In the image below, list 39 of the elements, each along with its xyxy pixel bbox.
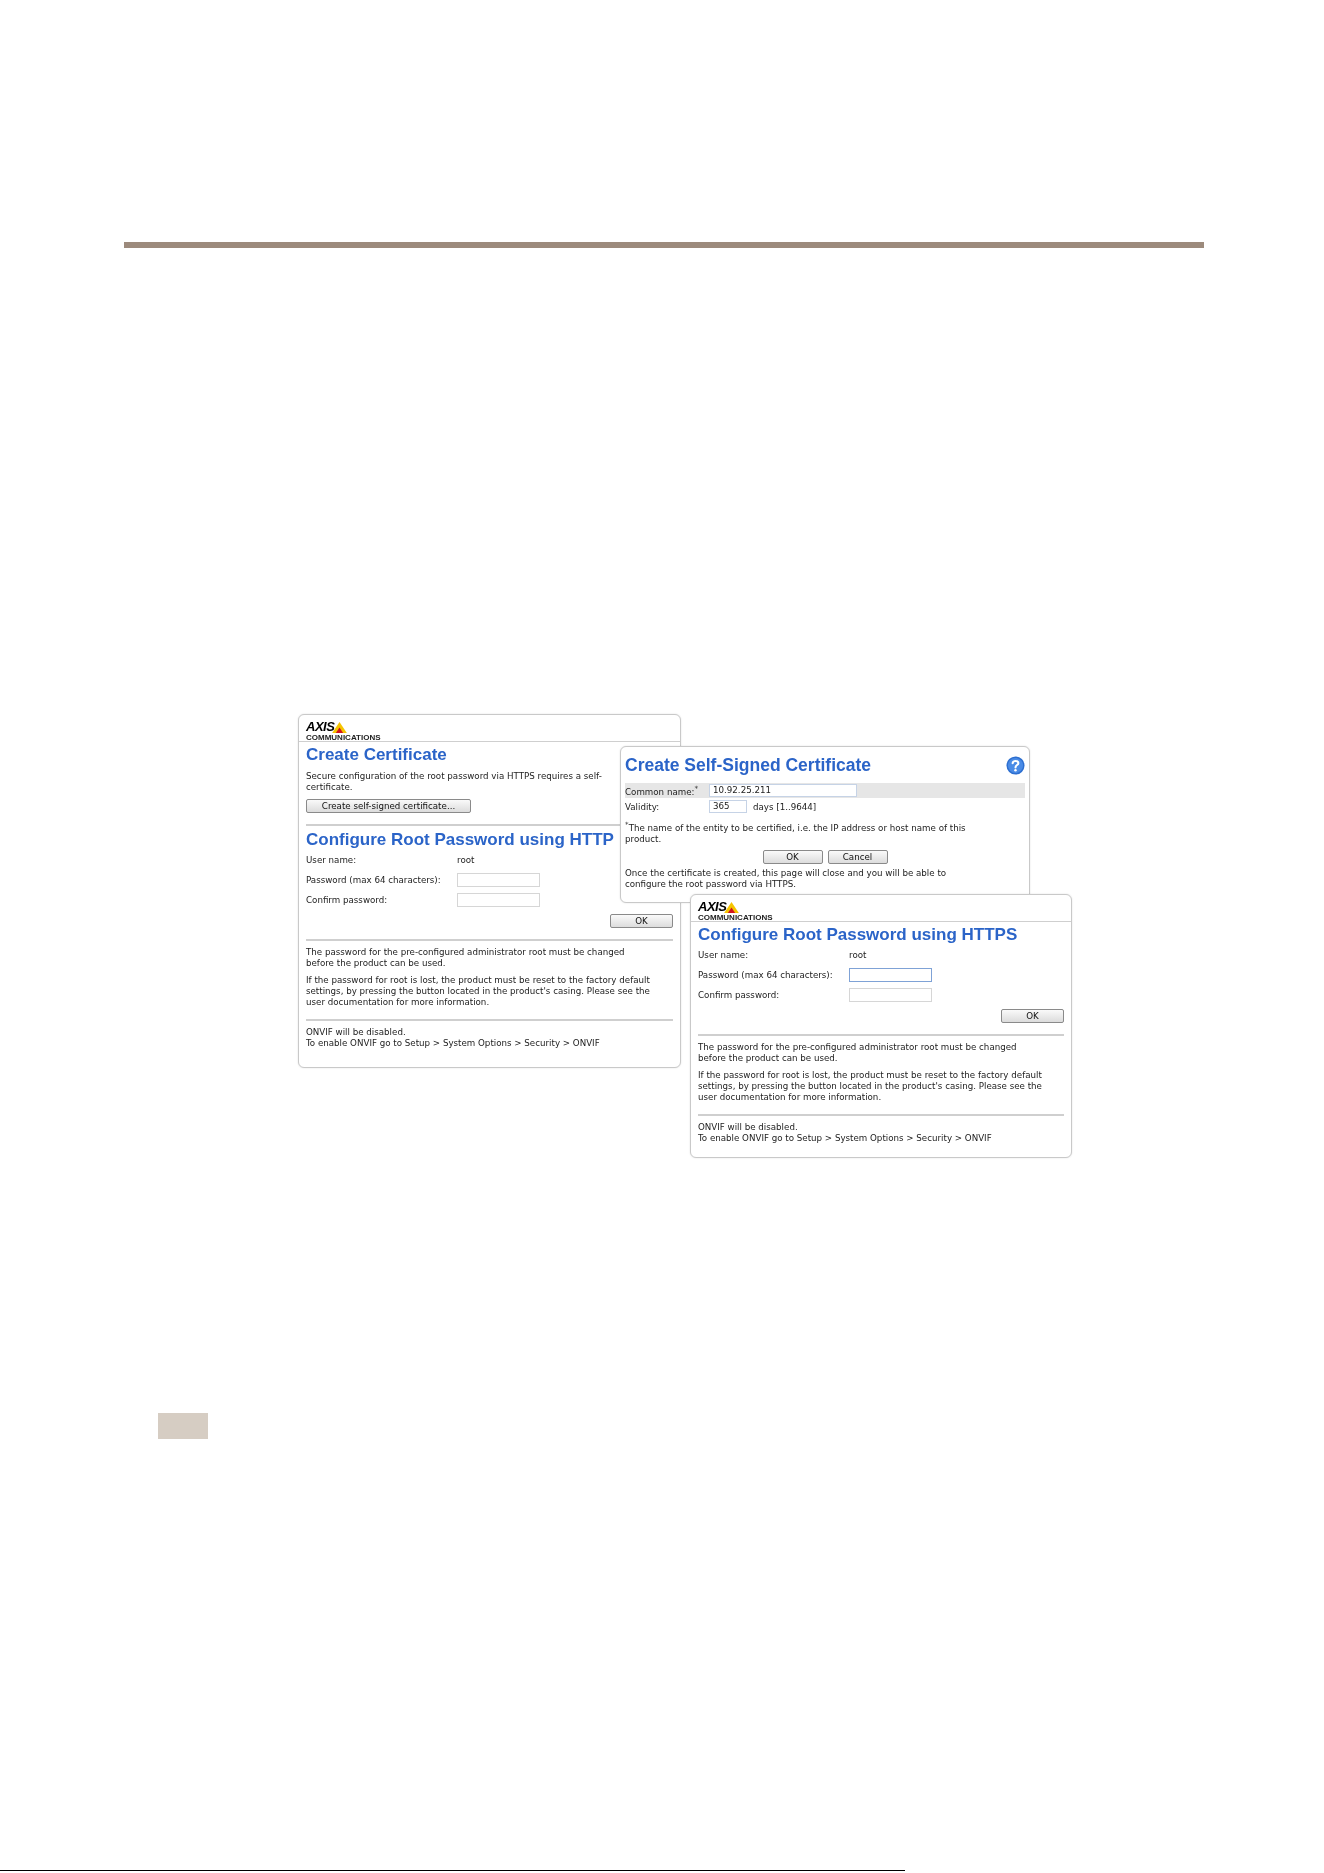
info-text: Once the certificate is created, this page will close and you will be able to configure the root password via HTTPS. [625, 867, 947, 890]
help-icon[interactable] [1006, 755, 1025, 775]
dialog-button[interactable]: Cancel [827, 849, 888, 864]
field-label: Common name:$^{*}$ [625, 784, 700, 797]
field-label: User name: [698, 950, 750, 960]
password-field[interactable] [849, 988, 932, 1002]
note-text: The password for the pre-configured administrator root must be changed before the product can be used. [698, 1042, 1017, 1064]
password-field[interactable] [457, 873, 540, 887]
onvif-note: ONVIF will be disabled. To enable ONVIF go to Setup > System Options > Security > ONVIF [698, 1122, 992, 1144]
dialog-button[interactable]: OK [762, 849, 823, 864]
field-label: Confirm password: [698, 990, 781, 1000]
create-certificate-button[interactable]: Create self-signed certificate... [306, 799, 471, 813]
field-label: Validity: [625, 801, 661, 812]
range-hint: days [1..9644] [753, 801, 817, 812]
field-label: Password (max 64 characters): [698, 970, 834, 980]
ok-button[interactable]: OK [610, 914, 673, 928]
field-label: Password (max 64 characters): [306, 875, 442, 885]
field-label: Confirm password: [306, 895, 389, 905]
password-field[interactable] [849, 968, 932, 982]
section-marker [158, 1413, 208, 1439]
section-title: Configure Root Password using HTTP [306, 830, 614, 850]
note-text: If the password for root is lost, the product must be reset to the factory default settings, by pressing the button located in the product's casing. Please see the user documentation for more information. [306, 975, 650, 1008]
password-field[interactable] [457, 893, 540, 907]
dialog-title: Create Self-Signed Certificate [625, 755, 872, 775]
onvif-note: ONVIF will be disabled. To enable ONVIF go to Setup > System Options > Security > ONVIF [306, 1027, 600, 1049]
axis-logo: AXIS COMMUNICATIONS [306, 720, 381, 742]
footnote-text: $^{*}$The name of the entity to be certified, i.e. the IP address or host name of this product. [625, 819, 966, 845]
ok-button[interactable]: OK [1001, 1009, 1064, 1023]
section-title: Create Certificate [306, 745, 447, 765]
note-text: If the password for root is lost, the product must be reset to the factory default settings, by pressing the button located in the product's casing. Please see the user documentation for more information. [698, 1070, 1042, 1103]
field-label: User name: [306, 855, 358, 865]
section-title: Configure Root Password using HTTPS [698, 925, 1018, 945]
user-name-value: root [849, 950, 867, 960]
axis-logo: AXIS COMMUNICATIONS [698, 900, 773, 922]
note-text: The password for the pre-configured administrator root must be changed before the product can be used. [306, 947, 625, 969]
description-text: Secure configuration of the root password via HTTPS requires a self- certificate. [306, 771, 602, 793]
input-field[interactable]: 365 [709, 800, 747, 813]
input-field[interactable]: 10.92.25.211 [709, 784, 857, 797]
user-name-value: root [457, 855, 475, 865]
